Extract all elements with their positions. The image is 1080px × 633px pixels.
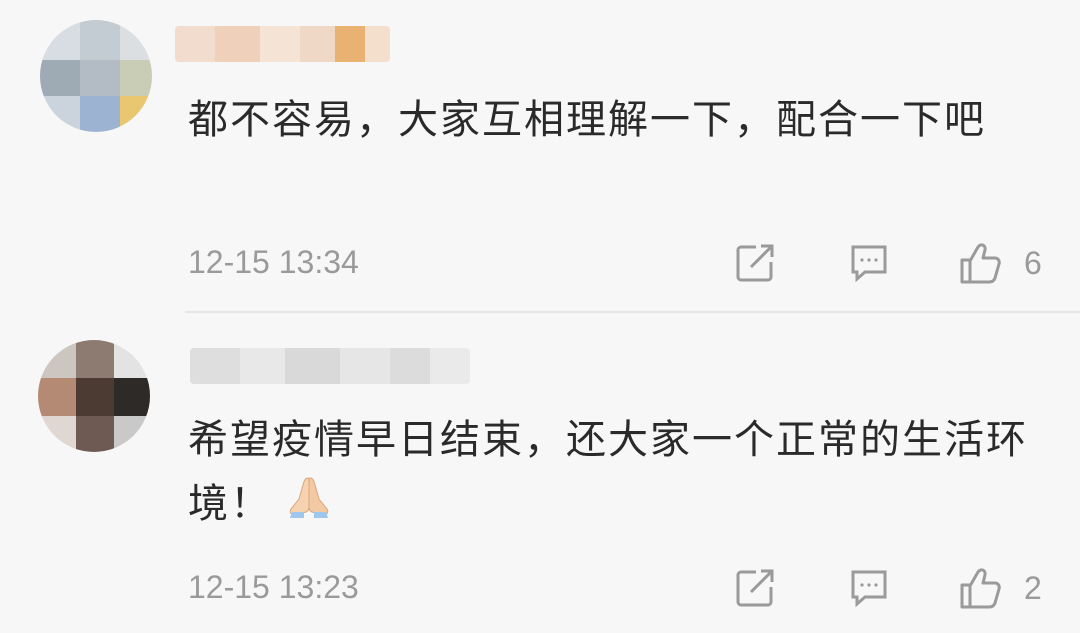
comment-icon: [848, 242, 890, 284]
reply-button[interactable]: [848, 567, 890, 609]
share-button[interactable]: [734, 567, 776, 609]
comment-text: 希望疫情早日结束，还大家一个正常的生活环境！: [188, 408, 1028, 539]
comment-timestamp: 12-15 13:23: [188, 569, 359, 605]
comment-text: 都不容易，大家互相理解一下，配合一下吧: [188, 97, 986, 143]
like-count: 2: [1024, 569, 1042, 606]
share-icon: [734, 567, 776, 609]
like-button[interactable]: 6: [958, 240, 1042, 286]
comment-timestamp: 12-15 13:34: [188, 244, 359, 280]
avatar[interactable]: [40, 20, 152, 132]
comment-item: 希望疫情早日结束，还大家一个正常的生活环境！ 12-15 13:23 2: [0, 313, 1080, 633]
comment-item: 都不容易，大家互相理解一下，配合一下吧 12-15 13:34 6: [0, 0, 1080, 312]
share-icon: [734, 242, 776, 284]
like-count: 6: [1024, 244, 1042, 281]
thumbs-up-icon: [958, 565, 1004, 611]
avatar[interactable]: [38, 340, 150, 452]
thumbs-up-icon: [958, 240, 1004, 286]
reply-button[interactable]: [848, 242, 890, 284]
username[interactable]: [190, 348, 470, 384]
comment-icon: [848, 567, 890, 609]
share-button[interactable]: [734, 242, 776, 284]
like-button[interactable]: 2: [958, 565, 1042, 611]
username[interactable]: [175, 26, 390, 62]
folded-hands-emoji: [286, 474, 332, 539]
